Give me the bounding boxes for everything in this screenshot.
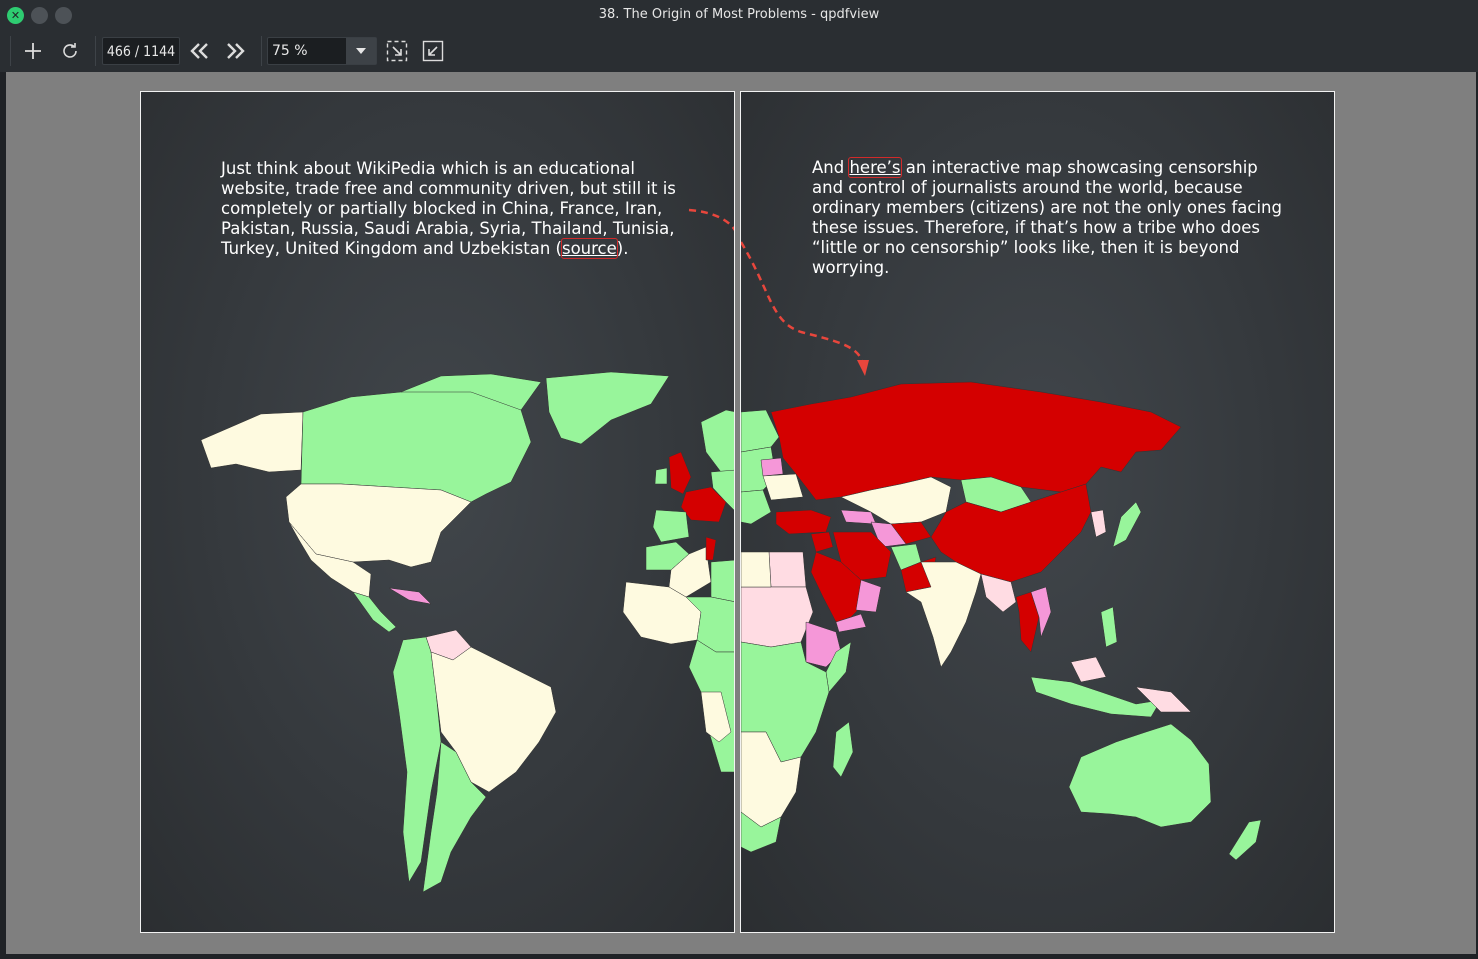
map-balkans — [741, 489, 772, 525]
map-australia — [1068, 723, 1212, 828]
zoom-value[interactable]: 75 % — [272, 38, 308, 64]
map-turkey — [775, 509, 832, 535]
window-title: 38. The Origin of Most Problems - qpdfvi… — [598, 7, 880, 22]
map-cuba — [388, 587, 432, 605]
open-tab-button[interactable] — [18, 36, 48, 66]
map-new-zealand — [1228, 819, 1262, 861]
fit-to-width-icon — [422, 40, 444, 62]
toolbar-separator — [95, 36, 96, 66]
map-indonesia — [1030, 676, 1162, 718]
toolbar: 466 / 1144 75 % — [0, 30, 1478, 72]
map-ukraine — [762, 473, 804, 501]
plus-icon — [25, 43, 41, 59]
pdf-page-left: Just think about WikiPedia which is an e… — [140, 91, 735, 933]
map-korea — [1090, 509, 1107, 538]
map-central-america — [352, 591, 397, 633]
fit-to-width-button[interactable] — [418, 36, 448, 66]
map-tunisia — [705, 536, 717, 561]
map-libya-west — [710, 559, 734, 602]
world-map-left-half — [200, 208, 734, 893]
map-madagascar — [832, 721, 854, 778]
map-alaska — [200, 411, 304, 473]
next-page-button[interactable] — [220, 36, 250, 66]
map-malaysia-borneo — [1070, 656, 1107, 683]
chevron-down-icon — [356, 48, 366, 54]
zoom-combobox[interactable]: 75 % — [267, 37, 377, 65]
toolbar-separator — [10, 36, 11, 66]
zoom-dropdown-button[interactable] — [346, 38, 376, 64]
fit-to-page-button[interactable] — [382, 36, 412, 66]
map-syria — [810, 531, 834, 553]
next-page-icon — [227, 43, 245, 59]
refresh-button[interactable] — [55, 36, 85, 66]
map-uk — [668, 451, 692, 495]
map-greenland — [545, 371, 670, 445]
map-japan — [1112, 501, 1142, 548]
toolbar-separator — [261, 36, 262, 66]
map-ireland — [654, 467, 668, 485]
map-belarus — [760, 457, 784, 477]
world-map-right-half — [741, 241, 1262, 861]
dashed-arrow-start — [688, 208, 734, 232]
refresh-icon — [63, 43, 77, 58]
arrow-head-icon — [857, 360, 869, 376]
document-viewport[interactable]: Just think about WikiPedia which is an e… — [6, 72, 1476, 954]
map-iberia — [652, 509, 690, 543]
map-philippines — [1100, 606, 1118, 648]
page-number-field[interactable]: 466 / 1144 — [102, 37, 180, 65]
pdf-page-right: And here’s an interactive map showcasing… — [740, 91, 1335, 933]
map-sudan — [741, 586, 814, 648]
previous-page-icon — [190, 43, 208, 59]
map-scandinavia — [700, 409, 734, 473]
previous-page-button[interactable] — [185, 36, 215, 66]
title-bar: ✕ 38. The Origin of Most Problems - qpdf… — [0, 0, 1478, 30]
map-libya-east — [741, 551, 772, 588]
fit-to-page-icon — [386, 40, 408, 62]
map-egypt — [768, 551, 807, 588]
dashed-arrow — [741, 241, 865, 365]
